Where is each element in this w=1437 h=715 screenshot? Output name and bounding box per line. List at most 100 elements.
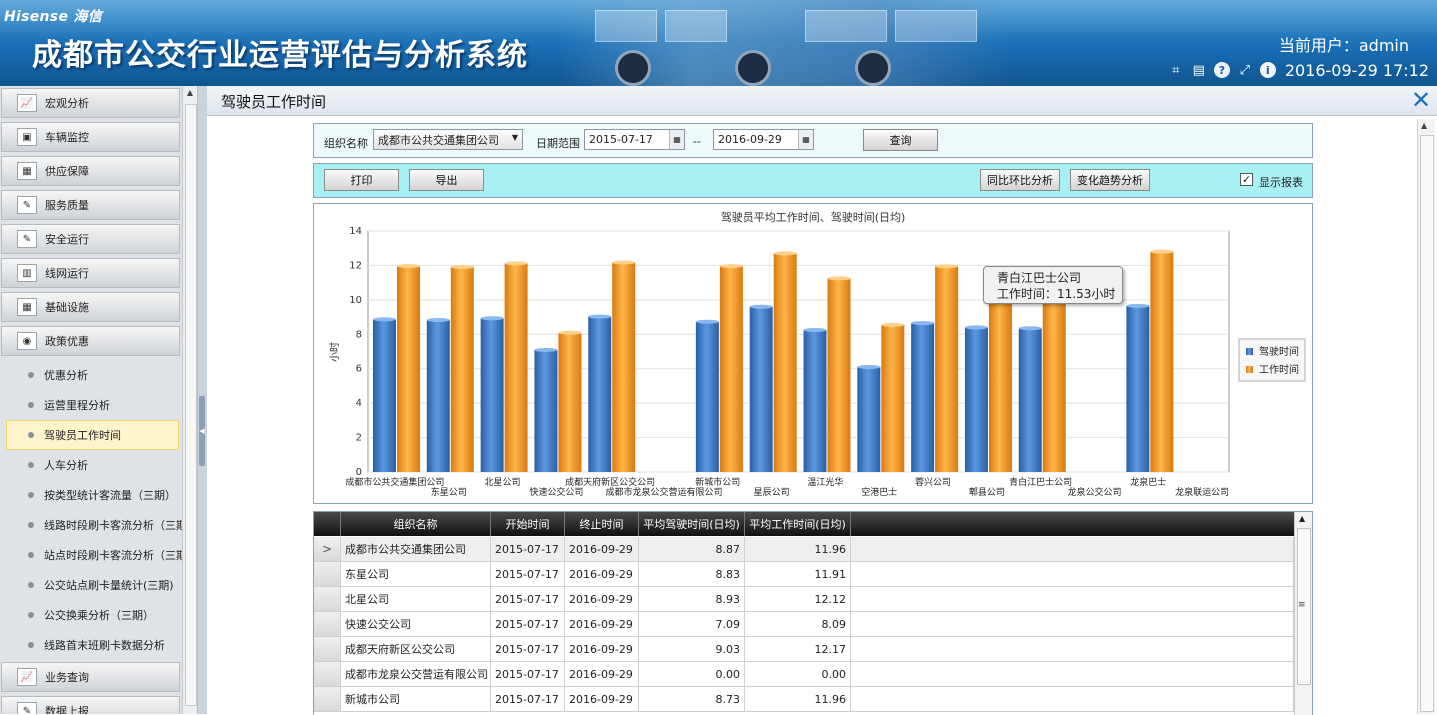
row-selector[interactable]: > (314, 537, 341, 562)
bar-work[interactable] (719, 266, 743, 472)
content-scrollbar[interactable]: ▲ (1417, 119, 1435, 714)
bar-work[interactable] (450, 266, 474, 472)
scroll-thumb[interactable] (1420, 135, 1434, 712)
date-separator: -- (693, 135, 701, 148)
bar-work[interactable] (504, 263, 528, 472)
query-button[interactable]: 查询 (863, 129, 938, 151)
print-button[interactable]: 打印 (324, 169, 399, 191)
bar-drive[interactable] (695, 321, 719, 472)
sidebar-subitem-driver-hours[interactable]: 驾驶员工作时间 (6, 420, 179, 450)
bar-work[interactable] (881, 324, 905, 472)
col-org[interactable]: 组织名称 (341, 512, 491, 536)
row-selector[interactable] (314, 562, 341, 587)
row-selector[interactable] (314, 662, 341, 687)
table-row[interactable]: > 成都市公共交通集团公司 2015-07-17 2016-09-29 8.87 11.9… (314, 537, 1294, 562)
bar-drive[interactable] (911, 323, 935, 472)
cell-filler (851, 537, 1294, 562)
date-to-field[interactable]: 2016-09-29 ▦ (713, 129, 814, 150)
row-selector[interactable] (314, 637, 341, 662)
calendar-icon[interactable]: ▦ (798, 130, 813, 149)
row-selector[interactable] (314, 687, 341, 712)
sidebar-item-vehicle-monitor[interactable]: ▣ 车辆监控 (1, 122, 180, 152)
sidebar-item-label: 安全运行 (45, 233, 89, 246)
col-start[interactable]: 开始时间 (491, 512, 565, 536)
bar-drive[interactable] (426, 319, 450, 472)
sidebar-item-data-report[interactable]: ✎ 数据上报 (1, 696, 180, 714)
bullet-icon (28, 642, 34, 648)
trend-analysis-button[interactable]: 变化趋势分析 (1070, 169, 1150, 191)
table-row[interactable]: 快速公交公司 2015-07-17 2016-09-29 7.09 8.09 (314, 612, 1294, 637)
export-button[interactable]: 导出 (409, 169, 484, 191)
col-drive[interactable]: 平均驾驶时间(日均) (639, 512, 745, 536)
bar-work[interactable] (827, 278, 851, 472)
col-end[interactable]: 终止时间 (565, 512, 639, 536)
info-icon[interactable]: i (1259, 62, 1276, 78)
sidebar-subitem-label: 线路首末班刷卡数据分析 (44, 639, 165, 652)
row-selector[interactable] (314, 587, 341, 612)
bar-drive[interactable] (588, 316, 612, 472)
crop-icon[interactable]: ⌗ (1168, 62, 1184, 78)
keyboard-icon[interactable]: ▤ (1191, 62, 1207, 78)
sidebar-subitem-discount[interactable]: 优惠分析 (0, 360, 181, 390)
row-selector[interactable] (314, 612, 341, 637)
col-work[interactable]: 平均工作时间(日均) (745, 512, 851, 536)
cell-drive: 8.93 (639, 587, 745, 612)
bar-work[interactable] (397, 266, 420, 472)
sidebar-item-network[interactable]: ▥ 线网运行 (1, 258, 180, 288)
sidebar-splitter[interactable]: ◀ (198, 86, 207, 714)
bar-work[interactable] (1150, 251, 1174, 472)
sidebar-item-policy[interactable]: ◉ 政策优惠 (1, 326, 180, 356)
sidebar-subitem-line-period[interactable]: 线路时段刷卡客流分析（三期 (0, 510, 187, 540)
sidebar-item-business-query[interactable]: 📈 业务查询 (1, 662, 180, 692)
close-icon[interactable]: ✕ (1409, 88, 1433, 112)
link-icon[interactable]: ⤢ (1237, 62, 1253, 78)
bar-work[interactable] (935, 266, 959, 472)
table-row[interactable]: 成都市龙泉公交营运有限公司 2015-07-17 2016-09-29 0.00 0.0… (314, 662, 1294, 687)
org-select[interactable]: 成都市公共交通集团公司 ▼ (373, 129, 523, 150)
scroll-thumb[interactable] (185, 104, 197, 706)
scroll-up-icon[interactable]: ▲ (1421, 121, 1427, 130)
bar-drive[interactable] (1126, 305, 1150, 472)
sidebar-subitem-transfer[interactable]: 公交换乘分析（三期） (0, 600, 181, 630)
cell-end: 2016-09-29 (565, 637, 639, 662)
table-scrollbar[interactable]: ▲ ≡ (1294, 512, 1312, 715)
bar-drive[interactable] (803, 329, 827, 472)
bar-drive[interactable] (480, 318, 504, 472)
bar-drive[interactable] (373, 319, 396, 472)
help-icon[interactable]: ? (1213, 62, 1230, 78)
bar-drive[interactable] (1018, 328, 1042, 472)
collapse-arrow-icon[interactable]: ◀ (199, 396, 205, 466)
calendar-icon[interactable]: ▦ (669, 130, 684, 149)
bar-drive[interactable] (857, 366, 881, 472)
sidebar-item-supply[interactable]: ▦ 供应保障 (1, 156, 180, 186)
sidebar-item-safety[interactable]: ✎ 安全运行 (1, 224, 180, 254)
scroll-up-icon[interactable]: ▲ (185, 88, 195, 100)
yoy-analysis-button[interactable]: 同比环比分析 (980, 169, 1060, 191)
sidebar-scrollbar[interactable]: ▲ (182, 86, 197, 714)
bar-work[interactable] (558, 332, 582, 472)
table-row[interactable]: 成都天府新区公交公司 2015-07-17 2016-09-29 9.03 12.17 (314, 637, 1294, 662)
cell-start: 2015-07-17 (491, 587, 565, 612)
table-row[interactable]: 新城市公司 2015-07-17 2016-09-29 8.73 11.96 (314, 687, 1294, 712)
sidebar-item-macro[interactable]: 📈 宏观分析 (1, 88, 180, 118)
sidebar-subitem-first-last[interactable]: 线路首末班刷卡数据分析 (0, 630, 181, 660)
bar-work[interactable] (612, 262, 636, 472)
bar-drive[interactable] (964, 327, 988, 472)
sidebar-item-quality[interactable]: ✎ 服务质量 (1, 190, 180, 220)
bar-work[interactable] (988, 301, 1012, 472)
sidebar-subitem-stop-period[interactable]: 站点时段刷卡客流分析（三期 (0, 540, 187, 570)
sidebar-subitem-staff-vehicle[interactable]: 人车分析 (0, 450, 181, 480)
sidebar-subitem-ridership-type[interactable]: 按类型统计客流量（三期） (0, 480, 181, 510)
sidebar-subitem-mileage[interactable]: 运营里程分析 (0, 390, 181, 420)
bar-cap (504, 261, 528, 266)
bar-drive[interactable] (534, 349, 558, 472)
bar-drive[interactable] (749, 306, 773, 472)
show-report-checkbox[interactable]: ✓ (1240, 173, 1253, 186)
table-row[interactable]: 北星公司 2015-07-17 2016-09-29 8.93 12.12 (314, 587, 1294, 612)
date-from-field[interactable]: 2015-07-17 ▦ (584, 129, 685, 150)
bar-work[interactable] (773, 253, 797, 472)
sidebar-item-infrastructure[interactable]: ▦ 基础设施 (1, 292, 180, 322)
sidebar-subitem-stop-card[interactable]: 公交站点刷卡量统计(三期) (0, 570, 181, 600)
table-row[interactable]: 东星公司 2015-07-17 2016-09-29 8.83 11.91 (314, 562, 1294, 587)
scroll-up-icon[interactable]: ▲ (1299, 514, 1305, 523)
